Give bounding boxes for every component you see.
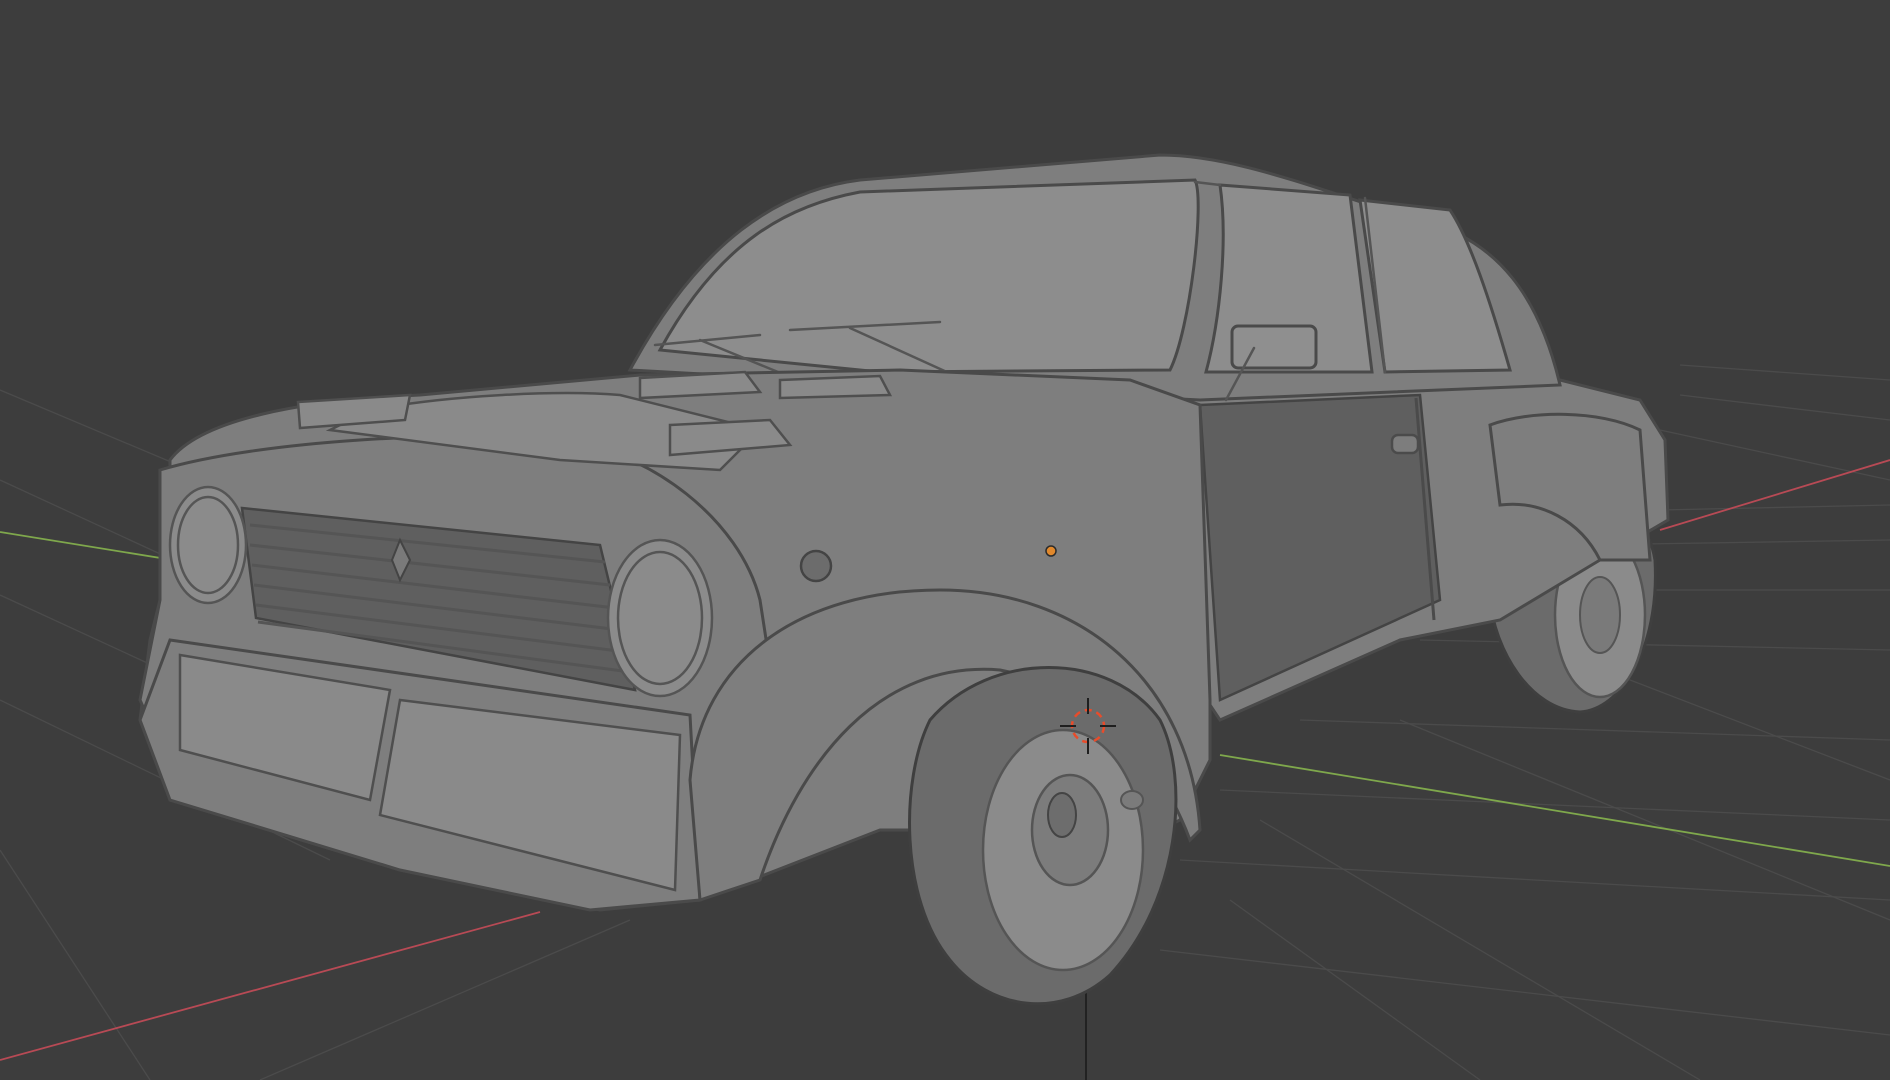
- 3d-viewport[interactable]: [0, 0, 1890, 1080]
- y-axis-line-near: [1219, 754, 1890, 867]
- y-axis-line: [0, 531, 186, 563]
- car-model[interactable]: [138, 153, 1670, 1006]
- scene-canvas[interactable]: [0, 0, 1890, 1080]
- x-axis-line-far: [1659, 459, 1890, 531]
- x-axis-line: [0, 911, 541, 1061]
- origin-point-icon[interactable]: [1045, 545, 1057, 557]
